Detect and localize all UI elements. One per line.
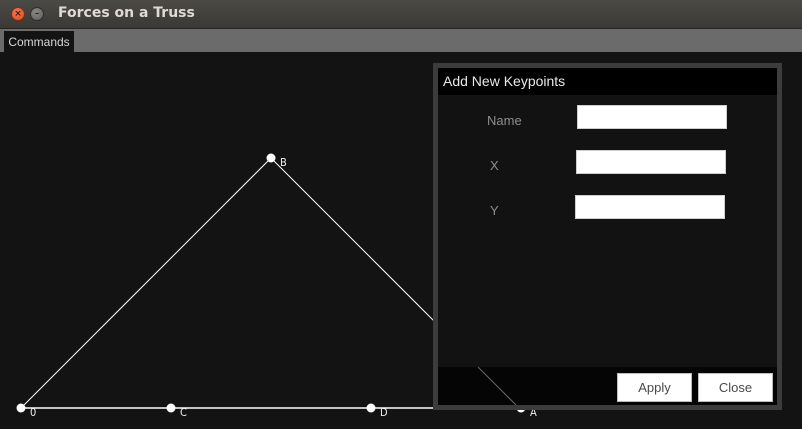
dialog-header: Add New Keypoints bbox=[438, 68, 777, 95]
window-title: Forces on a Truss bbox=[58, 5, 195, 21]
name-field[interactable] bbox=[577, 105, 727, 129]
name-label: Name bbox=[487, 113, 522, 128]
close-button[interactable]: Close bbox=[698, 373, 773, 402]
node-label-0: 0 bbox=[30, 406, 36, 419]
tab-commands[interactable]: Commands bbox=[4, 31, 74, 53]
node-label-B: B bbox=[280, 156, 287, 169]
x-label: X bbox=[490, 158, 499, 173]
y-field[interactable] bbox=[575, 195, 725, 219]
y-label: Y bbox=[490, 203, 499, 218]
node-C[interactable] bbox=[166, 403, 176, 413]
window-minimize-button[interactable]: – bbox=[30, 7, 44, 21]
dialog-title: Add New Keypoints bbox=[443, 73, 566, 89]
window-close-button[interactable]: × bbox=[11, 7, 25, 21]
apply-button[interactable]: Apply bbox=[617, 373, 692, 402]
node-0[interactable] bbox=[16, 403, 26, 413]
tab-strip: Commands bbox=[0, 29, 802, 53]
member-0-B bbox=[20, 157, 272, 409]
x-field[interactable] bbox=[576, 150, 726, 174]
minimize-icon: – bbox=[34, 9, 40, 19]
add-keypoints-dialog: Add New Keypoints Name X Y Apply Close bbox=[433, 63, 782, 410]
dialog-footer: Apply Close bbox=[438, 367, 777, 405]
node-label-C: C bbox=[180, 406, 187, 419]
window-titlebar: × – Forces on a Truss bbox=[0, 0, 802, 29]
node-D[interactable] bbox=[366, 403, 376, 413]
node-label-D: D bbox=[380, 406, 388, 419]
close-icon: × bbox=[14, 9, 22, 19]
node-B[interactable] bbox=[266, 153, 276, 163]
